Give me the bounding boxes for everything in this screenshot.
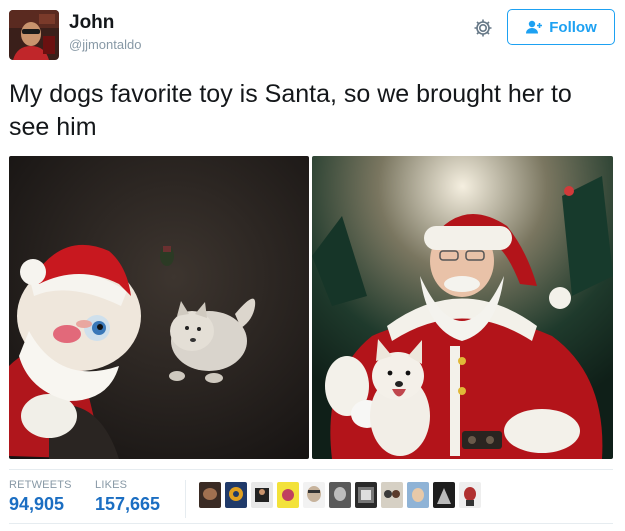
likes-label: LIKES bbox=[95, 479, 128, 491]
gear-icon[interactable] bbox=[472, 17, 494, 39]
liker-avatar[interactable] bbox=[225, 482, 247, 508]
add-user-icon bbox=[526, 20, 543, 34]
user-handle[interactable]: @jjmontaldo bbox=[69, 37, 141, 52]
liker-avatar[interactable] bbox=[199, 482, 221, 508]
retweets-label: RETWEETS bbox=[9, 479, 72, 491]
stats-separator bbox=[185, 480, 186, 518]
tweet-card: John @jjmontaldo Follow My dogs favorite… bbox=[0, 0, 625, 531]
user-name[interactable]: John bbox=[69, 12, 114, 34]
tweet-text: My dogs favorite toy is Santa, so we bro… bbox=[9, 80, 572, 141]
liker-avatar[interactable] bbox=[433, 482, 455, 508]
avatar[interactable] bbox=[9, 10, 59, 60]
retweets-count[interactable]: 94,905 bbox=[9, 494, 64, 515]
photo-dog-with-plush-santa[interactable] bbox=[9, 156, 309, 459]
liker-avatar[interactable] bbox=[381, 482, 403, 508]
follow-label: Follow bbox=[549, 18, 597, 36]
liker-avatar[interactable] bbox=[303, 482, 325, 508]
avatar-image bbox=[9, 10, 59, 60]
liker-avatar[interactable] bbox=[407, 482, 429, 508]
photo-dog-with-santa[interactable] bbox=[312, 156, 613, 459]
liker-avatar[interactable] bbox=[355, 482, 377, 508]
divider bbox=[9, 523, 613, 524]
liker-avatar[interactable] bbox=[329, 482, 351, 508]
liker-avatar[interactable] bbox=[277, 482, 299, 508]
liker-avatar[interactable] bbox=[251, 482, 273, 508]
liker-avatar[interactable] bbox=[459, 482, 481, 508]
divider bbox=[9, 469, 613, 470]
likes-count[interactable]: 157,665 bbox=[95, 494, 160, 515]
follow-button[interactable]: Follow bbox=[507, 9, 615, 45]
